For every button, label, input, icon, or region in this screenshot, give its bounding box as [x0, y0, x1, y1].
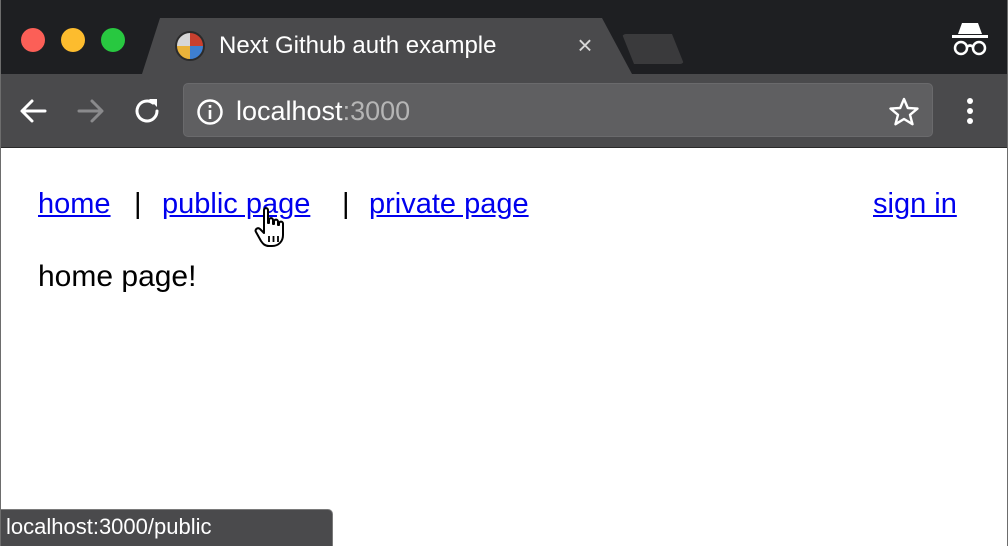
- window-close-button[interactable]: [21, 28, 45, 52]
- bookmark-star-icon[interactable]: [888, 96, 920, 128]
- window-maximize-button[interactable]: [101, 28, 125, 52]
- nav-link-public-page[interactable]: public page: [162, 188, 310, 221]
- kebab-menu-icon[interactable]: [958, 96, 982, 128]
- url-host: localhost: [236, 96, 343, 126]
- back-button[interactable]: [17, 94, 51, 128]
- url-port: :3000: [342, 96, 411, 126]
- window-minimize-button[interactable]: [61, 28, 85, 52]
- favicon-icon: [175, 31, 205, 61]
- sign-in-link[interactable]: sign in: [873, 188, 957, 221]
- incognito-icon: [952, 23, 988, 56]
- status-url: localhost:3000/public: [6, 514, 212, 539]
- site-info-icon[interactable]: [196, 98, 224, 126]
- reload-button[interactable]: [130, 94, 164, 128]
- nav-link-home[interactable]: home: [38, 188, 111, 221]
- forward-button[interactable]: [73, 94, 107, 128]
- nav-separator: |: [134, 188, 142, 220]
- hand-pointer-icon: [254, 207, 284, 247]
- tab-title: Next Github auth example: [219, 32, 497, 59]
- tab-close-icon[interactable]: ×: [571, 31, 599, 59]
- nav-separator: |: [342, 188, 350, 220]
- address-url[interactable]: localhost:3000: [236, 96, 410, 127]
- page-heading-text: home page!: [38, 260, 197, 293]
- nav-link-private-page[interactable]: private page: [369, 188, 529, 221]
- browser-window: Next Github auth example × localhost:300…: [0, 0, 1008, 546]
